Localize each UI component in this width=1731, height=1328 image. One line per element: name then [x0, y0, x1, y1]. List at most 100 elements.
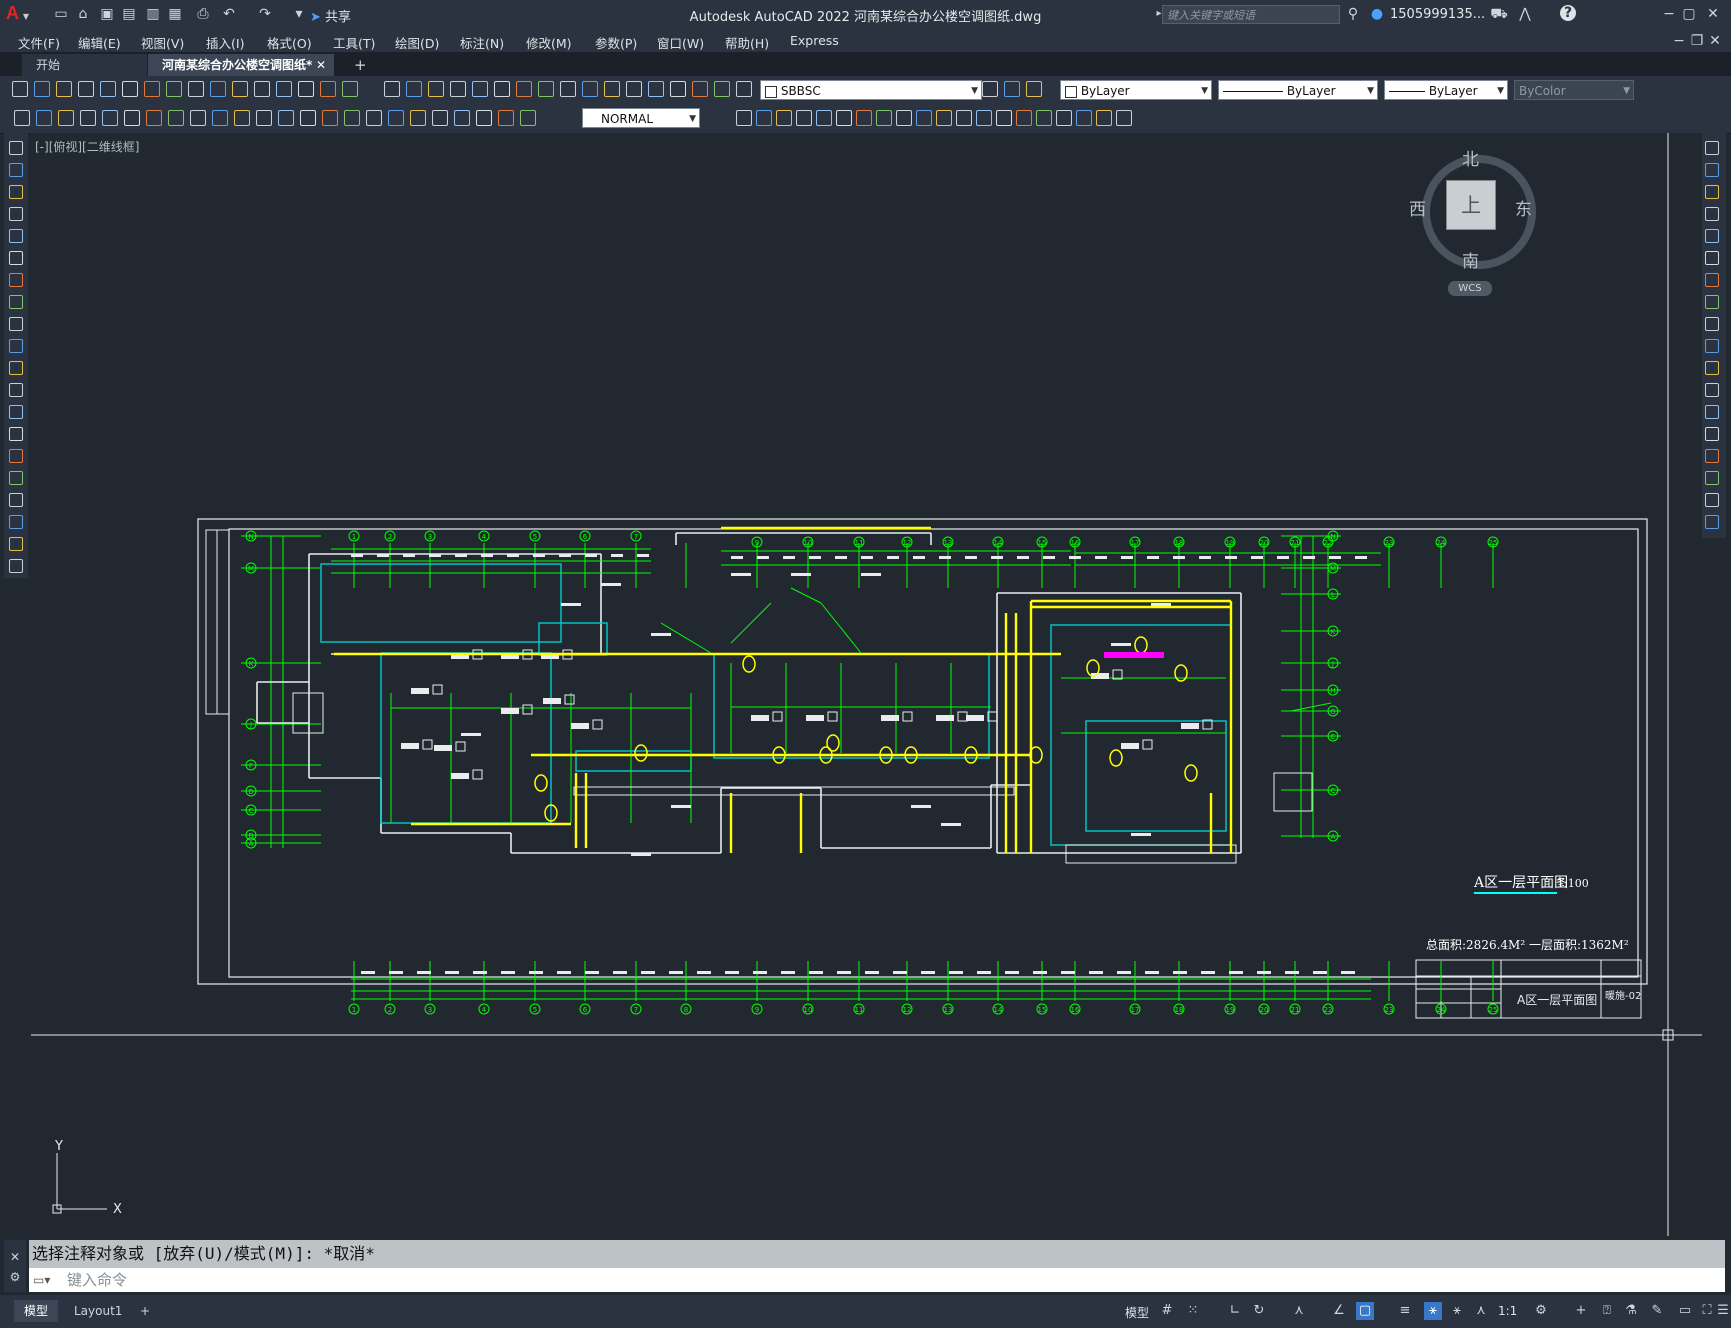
trim-icon[interactable] — [1705, 339, 1719, 353]
customization-menu-icon[interactable]: ☰ — [1714, 1302, 1731, 1320]
command-input[interactable]: ▭▾ 键入命令 — [29, 1268, 1725, 1292]
quick-properties-icon[interactable]: ⚗ — [1622, 1302, 1640, 1320]
wcs-menu[interactable]: WCS — [1448, 281, 1492, 296]
space-icon[interactable] — [256, 110, 272, 126]
menu-help[interactable]: 帮助(H) — [725, 33, 769, 52]
chamfer-icon[interactable] — [976, 110, 992, 126]
ortho-icon[interactable]: ∟ — [1226, 1302, 1244, 1320]
spline-icon[interactable] — [9, 317, 23, 331]
ordinate-icon[interactable] — [498, 110, 514, 126]
color-dropdown[interactable]: ByLayer ▼ — [1060, 80, 1212, 100]
circle-icon[interactable] — [9, 273, 23, 287]
copy-icon[interactable] — [166, 81, 182, 97]
ordinate-icon[interactable] — [80, 110, 96, 126]
zoom-realtime-icon[interactable] — [494, 81, 510, 97]
grid-icon[interactable]: # — [1158, 1302, 1176, 1320]
compass-west[interactable]: 西 — [1409, 195, 1426, 220]
new-file-icon[interactable]: ▭ — [52, 5, 70, 23]
tab-start[interactable]: 开始 — [22, 54, 147, 76]
new-icon[interactable] — [12, 81, 28, 97]
linear-dim-icon[interactable] — [432, 110, 448, 126]
move-icon[interactable] — [1705, 251, 1719, 265]
properties-icon[interactable] — [560, 81, 576, 97]
menu-window[interactable]: 窗口(W) — [657, 33, 704, 52]
point-icon[interactable] — [9, 427, 23, 441]
layer-match-icon[interactable] — [1026, 81, 1042, 97]
save-as-icon[interactable]: ▤ — [120, 5, 138, 23]
extend-icon[interactable] — [1705, 361, 1719, 375]
menu-parametric[interactable]: 参数(P) — [595, 33, 637, 52]
sheet-set-icon[interactable] — [626, 81, 642, 97]
hatch-icon[interactable] — [9, 449, 23, 463]
help-icon[interactable] — [692, 81, 708, 97]
linear-dim-icon[interactable] — [14, 110, 30, 126]
doc-minimize-icon[interactable]: − — [1670, 32, 1688, 50]
quick-dim-icon[interactable] — [190, 110, 206, 126]
menu-view[interactable]: 视图(V) — [141, 33, 184, 52]
pan-icon[interactable] — [276, 81, 292, 97]
annotation-visibility-icon[interactable]: ⚹ — [1424, 1302, 1442, 1320]
compass-east[interactable]: 东 — [1515, 195, 1532, 220]
cart-icon[interactable]: ⛟ — [1490, 5, 1508, 23]
layer-previous-icon[interactable] — [1004, 81, 1020, 97]
array-icon[interactable] — [1096, 110, 1112, 126]
break-icon[interactable] — [278, 110, 294, 126]
trim-icon[interactable] — [896, 110, 912, 126]
insert-block-icon[interactable] — [9, 383, 23, 397]
close-command-icon[interactable]: ✕ — [4, 1250, 26, 1264]
mirror-icon[interactable] — [1705, 185, 1719, 199]
rotate-icon[interactable] — [836, 110, 852, 126]
undo-icon[interactable] — [232, 81, 248, 97]
fillet-icon[interactable] — [996, 110, 1012, 126]
zoom-window-icon[interactable] — [516, 81, 532, 97]
linetype-dropdown[interactable]: ByLayer ▼ — [1218, 80, 1378, 100]
offset-icon[interactable] — [1076, 110, 1092, 126]
edit-dim-icon[interactable] — [388, 110, 404, 126]
drawing-canvas[interactable]: A区一层平面图 暖施-02 A区一层平面图 1:100 总面积:2826.4M²… — [31, 133, 1702, 1236]
menu-edit[interactable]: 编辑(E) — [78, 33, 121, 52]
radius-icon[interactable] — [520, 110, 536, 126]
aligned-dim-icon[interactable] — [36, 110, 52, 126]
blend-icon[interactable] — [1705, 493, 1719, 507]
preview-icon[interactable] — [100, 81, 116, 97]
table-icon[interactable] — [9, 515, 23, 529]
join-icon[interactable] — [956, 110, 972, 126]
offset-icon[interactable] — [776, 110, 792, 126]
diameter-icon[interactable] — [146, 110, 162, 126]
compass-south[interactable]: 南 — [1462, 247, 1479, 272]
chamfer-icon[interactable] — [1705, 449, 1719, 463]
construction-line-icon[interactable] — [9, 163, 23, 177]
new-tab-button[interactable]: + — [340, 54, 381, 76]
close-tab-icon[interactable]: ✕ — [316, 54, 326, 76]
gradient-icon[interactable] — [9, 471, 23, 485]
save-icon[interactable] — [56, 81, 72, 97]
minimize-icon[interactable]: − — [1660, 5, 1678, 23]
add-selected-icon[interactable] — [9, 559, 23, 573]
extend-icon[interactable] — [916, 110, 932, 126]
search-input[interactable]: 键入关键字或短语 — [1162, 5, 1340, 24]
menu-file[interactable]: 文件(F) — [18, 33, 60, 52]
center-mark-icon[interactable] — [322, 110, 338, 126]
share-button[interactable]: ➤ 共享 — [310, 6, 351, 25]
user-icon[interactable]: ● — [1368, 5, 1386, 23]
line-icon[interactable] — [9, 141, 23, 155]
break-icon[interactable] — [1705, 405, 1719, 419]
maximize-icon[interactable]: ▢ — [1680, 5, 1698, 23]
design-center-icon[interactable] — [582, 81, 598, 97]
rotate-icon[interactable] — [1705, 273, 1719, 287]
scale-icon[interactable] — [856, 110, 872, 126]
erase-icon[interactable] — [1705, 141, 1719, 155]
auto-scale-icon[interactable]: ⚹ — [1448, 1302, 1466, 1320]
layer-current-icon[interactable] — [982, 81, 998, 97]
scale-icon[interactable] — [1705, 295, 1719, 309]
calculator-icon[interactable] — [670, 81, 686, 97]
text-icon[interactable] — [9, 537, 23, 551]
polar-icon[interactable]: ↻ — [1250, 1302, 1268, 1320]
viewcube-top-face[interactable]: 上 — [1446, 180, 1496, 230]
continue-icon[interactable] — [234, 110, 250, 126]
plot-icon[interactable]: ⎙ — [194, 5, 212, 23]
layer-state-icon[interactable] — [736, 81, 752, 97]
stretch-icon[interactable] — [876, 110, 892, 126]
menu-modify[interactable]: 修改(M) — [526, 33, 572, 52]
copy-icon[interactable] — [1705, 163, 1719, 177]
